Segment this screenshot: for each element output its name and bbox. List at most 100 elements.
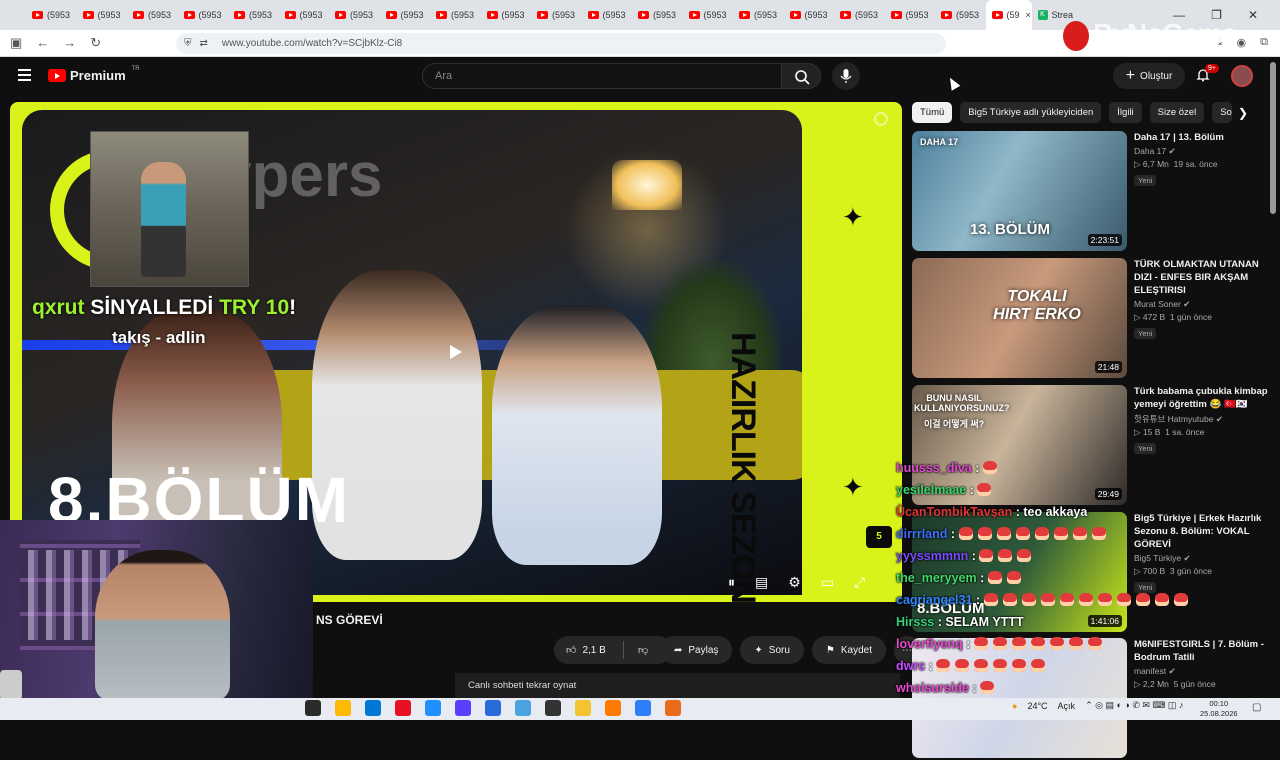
pause-icon[interactable]: ⏸ bbox=[728, 574, 735, 591]
chip-2[interactable]: İlgili bbox=[1109, 102, 1142, 123]
channel-name[interactable]: 핫유튜브 Hatmyutube ✔ bbox=[1134, 413, 1268, 425]
tab-actions-icon[interactable]: ▣ bbox=[10, 35, 22, 51]
app-icon[interactable] bbox=[515, 700, 531, 716]
recommendation-title[interactable]: Türk babama çubukla kimbap yemeyi öğrett… bbox=[1134, 385, 1268, 411]
chat-username[interactable]: Hirsss bbox=[896, 615, 934, 629]
emote-icon bbox=[977, 483, 992, 496]
recommendation-title[interactable]: M6NIFESTGIRLS | 7. Bölüm - Bodrum Tatili bbox=[1134, 638, 1268, 664]
close-button[interactable]: ✕ bbox=[1248, 8, 1258, 22]
theater-icon[interactable]: ▭ bbox=[821, 574, 834, 591]
firefox-icon[interactable] bbox=[605, 700, 621, 716]
tune-icon[interactable]: ⇄ bbox=[200, 38, 208, 49]
subtitles-icon[interactable]: ▤ bbox=[755, 574, 768, 591]
browser-tab[interactable]: (5953 bbox=[683, 0, 734, 30]
browser-tab[interactable]: (5953 bbox=[178, 0, 229, 30]
browser-tab[interactable]: (5953 bbox=[380, 0, 431, 30]
ask-button[interactable]: ✦ Soru bbox=[740, 636, 804, 664]
youtube-logo[interactable]: Premium TR bbox=[48, 66, 140, 83]
browser-tab[interactable]: (5953 bbox=[228, 0, 279, 30]
chat-username[interactable]: ÜcanTombikTavşan bbox=[896, 505, 1012, 519]
create-button[interactable]: + Oluştur bbox=[1113, 63, 1185, 89]
store-icon[interactable] bbox=[635, 700, 651, 716]
chat-username[interactable]: the_meryyem bbox=[896, 571, 977, 585]
recommendation-title[interactable]: Big5 Türkiye | Erkek Hazırlık Sezonu 8. … bbox=[1134, 512, 1268, 551]
fullscreen-icon[interactable]: ⤢ bbox=[854, 574, 865, 591]
scrollbar[interactable] bbox=[1270, 62, 1276, 214]
browser-tab[interactable]: (5953 bbox=[26, 0, 77, 30]
chat-username[interactable]: cagriangel31 bbox=[896, 593, 972, 607]
browser-tab[interactable]: (5953 bbox=[329, 0, 380, 30]
avatar[interactable] bbox=[1231, 65, 1253, 87]
chat-username[interactable]: huusss_diva bbox=[896, 461, 972, 475]
account-icon[interactable]: ◉ bbox=[1237, 36, 1247, 49]
play-icon[interactable] bbox=[450, 345, 462, 359]
tray-icons[interactable]: ⌃ ◎ ▤ ◐ ◑ ✆ ✉ ⌨ ◫ ♪ bbox=[1085, 700, 1183, 711]
browser-tab[interactable]: (5953 bbox=[127, 0, 178, 30]
search-input[interactable]: Ara bbox=[422, 63, 782, 89]
close-tab-icon[interactable]: × bbox=[1026, 10, 1031, 20]
chip-1[interactable]: Big5 Türkiye adlı yükleyiciden bbox=[960, 102, 1102, 123]
site-info-icon[interactable]: ⛨ bbox=[184, 38, 192, 49]
app-icon[interactable] bbox=[485, 700, 501, 716]
browser-tab[interactable]: (5953 bbox=[481, 0, 532, 30]
task-view-icon[interactable] bbox=[305, 700, 321, 716]
channel-name[interactable]: Big5 Türkiye ✔ bbox=[1134, 553, 1268, 564]
notes-icon[interactable] bbox=[335, 700, 351, 716]
browser-tab[interactable]: (5953 bbox=[784, 0, 835, 30]
url-field[interactable]: ⛨ ⇄ www.youtube.com/watch?v=SCjbKlz-Ci8 bbox=[176, 33, 946, 54]
browser-tab[interactable]: (5953 bbox=[885, 0, 936, 30]
browser-tab[interactable]: (5953 bbox=[430, 0, 481, 30]
back-icon[interactable]: ← bbox=[36, 35, 49, 51]
outlook-icon[interactable] bbox=[365, 700, 381, 716]
reload-icon[interactable]: ↻ bbox=[90, 35, 101, 51]
browser-tab[interactable]: (5953 bbox=[834, 0, 885, 30]
search-button[interactable] bbox=[781, 63, 821, 89]
menu-icon[interactable] bbox=[18, 69, 31, 84]
chat-username[interactable]: dwrc bbox=[896, 659, 925, 673]
channel-name[interactable]: manifest ✔ bbox=[1134, 666, 1268, 677]
browser-tab[interactable]: (5953 bbox=[77, 0, 128, 30]
chrome-icon[interactable] bbox=[425, 700, 441, 716]
recommendation-item[interactable]: TOKALI HIRT ERKO 21:48 TÜRK OLMAKTAN UTANA… bbox=[912, 258, 1268, 380]
obs-icon[interactable] bbox=[545, 700, 561, 716]
browser-tab[interactable]: (5953 bbox=[582, 0, 633, 30]
channel-name[interactable]: Murat Soner ✔ bbox=[1134, 299, 1268, 310]
chat-username[interactable]: whoisurside bbox=[896, 681, 969, 695]
notifications-icon[interactable]: ▢ bbox=[1252, 702, 1261, 713]
chip-4[interactable]: Sor bbox=[1212, 102, 1233, 123]
chat-username[interactable]: yesilelmaae bbox=[896, 483, 966, 497]
chevron-right-icon[interactable]: ❯ bbox=[1238, 106, 1248, 120]
forward-icon[interactable]: → bbox=[63, 35, 76, 51]
chip-0[interactable]: Tümü bbox=[912, 102, 953, 123]
share-button[interactable]: ➦ Paylaş bbox=[660, 636, 733, 664]
chip-3[interactable]: Size özel bbox=[1149, 102, 1205, 123]
browser-tab[interactable]: (5953 bbox=[935, 0, 986, 30]
explorer-icon[interactable] bbox=[575, 700, 591, 716]
browser-tab[interactable]: (5953 bbox=[632, 0, 683, 30]
dislike-button[interactable]: 👎︎ bbox=[624, 644, 648, 656]
browser-tab[interactable]: (5953 bbox=[279, 0, 330, 30]
channel-name[interactable]: Daha 17 ✔ bbox=[1134, 146, 1268, 157]
recommendation-title[interactable]: TÜRK OLMAKTAN UTANAN DIZI - ENFES BIR AK… bbox=[1134, 258, 1268, 297]
voice-search-button[interactable] bbox=[832, 62, 860, 90]
premiere-icon[interactable] bbox=[455, 700, 471, 716]
settings-icon[interactable]: ⚙ bbox=[788, 574, 801, 591]
vlc-icon[interactable] bbox=[665, 700, 681, 716]
chat-username[interactable]: loverfiyenq bbox=[896, 637, 963, 651]
chat-replay-button[interactable]: Canlı sohbeti tekrar oynat bbox=[455, 673, 900, 698]
chat-text: teo akkaya bbox=[1023, 505, 1088, 519]
chat-username[interactable]: yyyssmmnn bbox=[896, 549, 968, 563]
browser-tab-active[interactable]: (59 × bbox=[985, 0, 1032, 30]
like-button[interactable]: 👍︎ 2,1 B bbox=[554, 641, 624, 659]
recommendation-title[interactable]: Daha 17 | 13. Bölüm bbox=[1134, 131, 1268, 144]
clock[interactable]: 00:10 25.08.2026 bbox=[1200, 699, 1238, 719]
thumbnail[interactable]: TOKALI HIRT ERKO 21:48 bbox=[912, 258, 1127, 378]
extensions-icon[interactable]: ⧉ bbox=[1260, 36, 1268, 49]
browser-tab[interactable]: (5953 bbox=[531, 0, 582, 30]
recommendation-item[interactable]: DAHA 17 13. BÖLÜM 2:23:51 Daha 17 | 13. Böl… bbox=[912, 131, 1268, 253]
save-button[interactable]: ⚑ Kaydet bbox=[811, 636, 887, 664]
opera-icon[interactable] bbox=[395, 700, 411, 716]
thumbnail[interactable]: DAHA 17 13. BÖLÜM 2:23:51 bbox=[912, 131, 1127, 251]
chat-username[interactable]: dirrrland bbox=[896, 527, 947, 541]
browser-tab[interactable]: (5953 bbox=[733, 0, 784, 30]
